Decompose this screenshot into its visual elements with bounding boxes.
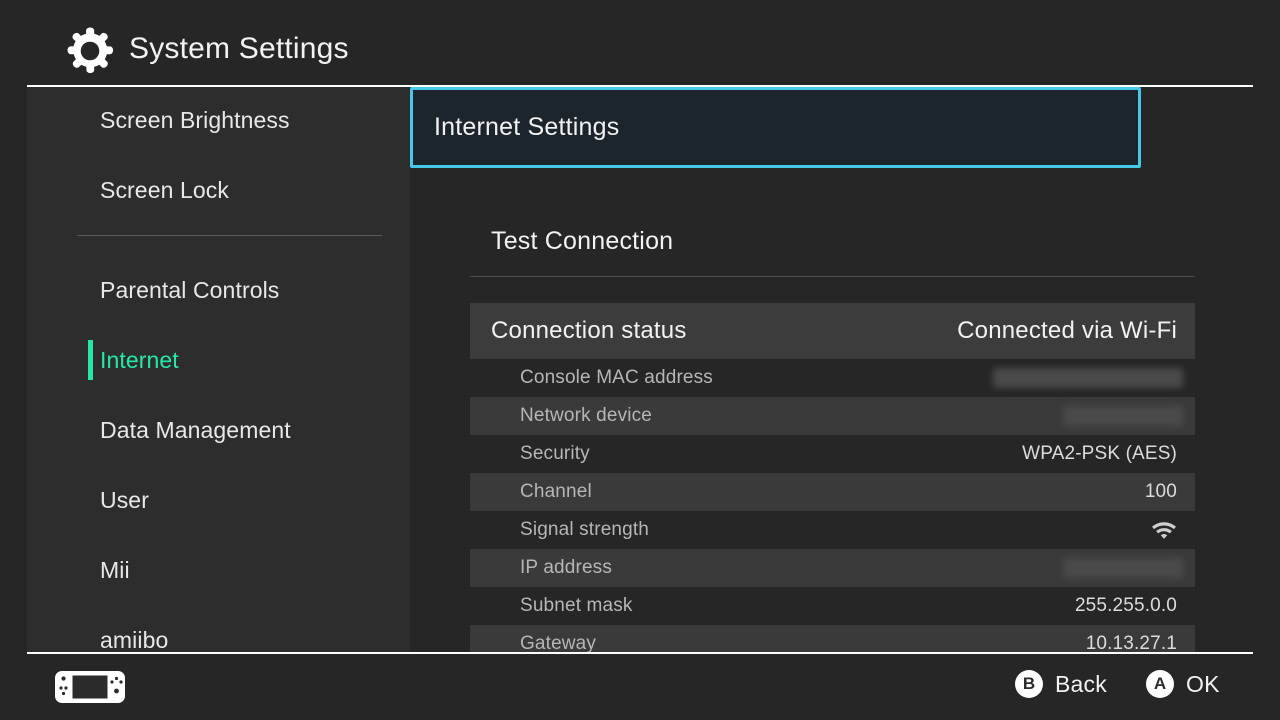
sidebar-item-user[interactable]: User <box>27 474 410 526</box>
sidebar-divider <box>77 235 382 236</box>
test-connection-label: Test Connection <box>491 226 674 255</box>
hint-ok[interactable]: A OK <box>1146 670 1220 698</box>
detail-value: WPA2-PSK (AES) <box>1022 443 1177 464</box>
detail-value: 255.255.0.0 <box>1074 595 1177 616</box>
button-b-badge: B <box>1015 670 1043 698</box>
detail-row: Network device <box>470 397 1195 435</box>
gear-icon <box>67 27 114 74</box>
detail-value-redacted <box>993 368 1183 388</box>
hint-back[interactable]: B Back <box>1015 670 1107 698</box>
hint-ok-label: OK <box>1186 670 1220 697</box>
detail-key: Subnet mask <box>520 595 633 616</box>
internet-settings-menu-item[interactable]: Internet Settings <box>410 87 1141 168</box>
sidebar-item-label: Screen Lock <box>100 176 229 203</box>
detail-key: Security <box>520 443 590 464</box>
detail-key: Console MAC address <box>520 367 713 388</box>
menu-divider <box>470 276 1195 277</box>
sidebar-active-indicator <box>88 340 93 380</box>
detail-key: Network device <box>520 405 652 426</box>
page-title: System Settings <box>129 32 349 65</box>
hint-back-label: Back <box>1055 670 1107 697</box>
button-a-badge: A <box>1146 670 1174 698</box>
sidebar-item-label: Data Management <box>100 416 291 443</box>
detail-value-redacted <box>1063 558 1183 578</box>
sidebar-item-internet[interactable]: Internet <box>27 334 410 386</box>
wifi-icon <box>1152 522 1176 539</box>
detail-key: Channel <box>520 481 592 502</box>
detail-value-redacted <box>1063 406 1183 426</box>
sidebar-item-screen-lock[interactable]: Screen Lock <box>27 164 410 216</box>
system-settings-screen: System Settings Screen Brightness Screen… <box>0 0 1280 720</box>
connection-status-value: Connected via Wi-Fi <box>957 317 1177 344</box>
detail-key: IP address <box>520 557 612 578</box>
sidebar-item-label: amiibo <box>100 626 169 653</box>
detail-key: Gateway <box>520 633 597 653</box>
sidebar-item-label: Parental Controls <box>100 276 280 303</box>
connection-details-list: Console MAC address Network device Securit… <box>470 359 1195 653</box>
detail-row: Channel 100 <box>470 473 1195 511</box>
footer: B Back A OK <box>0 654 1280 720</box>
detail-row: Signal strength <box>470 511 1195 549</box>
detail-key: Signal strength <box>520 519 649 540</box>
sidebar-item-screen-brightness[interactable]: Screen Brightness <box>27 94 410 146</box>
main-panel: Internet Settings Test Connection Connec… <box>410 87 1280 653</box>
detail-row: Gateway 10.13.27.1 <box>470 625 1195 653</box>
sidebar-item-parental-controls[interactable]: Parental Controls <box>27 264 410 316</box>
detail-row: Subnet mask 255.255.0.0 <box>470 587 1195 625</box>
sidebar-item-data-management[interactable]: Data Management <box>27 404 410 456</box>
sidebar-item-label: Screen Brightness <box>100 106 290 133</box>
sidebar-item-amiibo[interactable]: amiibo <box>27 614 410 653</box>
sidebar-item-label: User <box>100 486 149 513</box>
detail-value: 10.13.27.1 <box>1085 633 1177 653</box>
switch-console-icon <box>55 671 125 703</box>
sidebar-item-mii[interactable]: Mii <box>27 544 410 596</box>
detail-row: Security WPA2-PSK (AES) <box>470 435 1195 473</box>
internet-settings-label: Internet Settings <box>434 113 620 141</box>
body-region: Screen Brightness Screen Lock Parental C… <box>0 87 1280 653</box>
signal-strength-icon-cell <box>1151 520 1195 540</box>
sidebar-item-label: Internet <box>100 346 179 373</box>
detail-row: Console MAC address <box>470 359 1195 397</box>
detail-value: 100 <box>1144 481 1177 502</box>
header: System Settings <box>0 0 1280 87</box>
detail-row: IP address <box>470 549 1195 587</box>
connection-status-row: Connection status Connected via Wi-Fi <box>470 303 1195 359</box>
sidebar: Screen Brightness Screen Lock Parental C… <box>27 87 410 653</box>
test-connection-menu-item[interactable]: Test Connection <box>470 213 1195 269</box>
sidebar-item-label: Mii <box>100 556 130 583</box>
connection-status-label: Connection status <box>491 317 687 344</box>
